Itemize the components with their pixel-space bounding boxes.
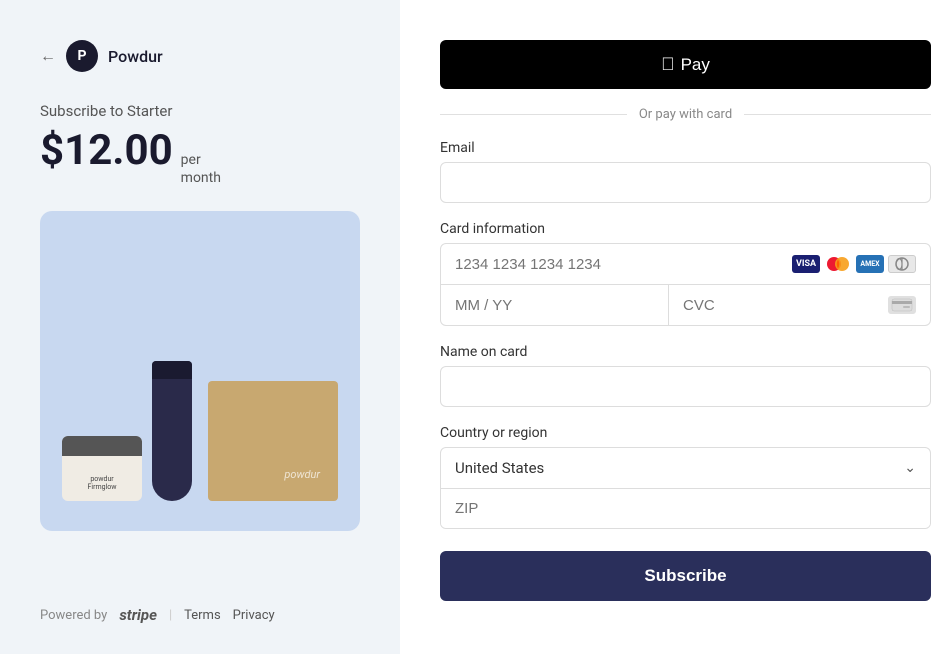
subscribe-button[interactable]: Subscribe: [440, 551, 931, 601]
product-jar: powdurFirmglow: [62, 436, 142, 501]
country-region-box: United States ⌄: [440, 447, 931, 529]
name-input[interactable]: [440, 366, 931, 407]
email-group: Email: [440, 140, 931, 203]
back-button[interactable]: ←: [40, 46, 56, 66]
mastercard-icon: [824, 255, 852, 273]
card-info-box: VISA AMEX: [440, 243, 931, 326]
cvc-input[interactable]: [683, 297, 882, 314]
product-image: powdurFirmglow powdur: [40, 211, 360, 531]
product-tube: [152, 361, 192, 501]
terms-link[interactable]: Terms: [184, 608, 221, 623]
brand-name: Powdur: [108, 47, 163, 66]
card-icons: VISA AMEX: [792, 255, 916, 273]
chevron-down-icon: ⌄: [904, 460, 916, 476]
price-row: $12.00 permonth: [40, 126, 360, 187]
amex-icon: AMEX: [856, 255, 884, 273]
zip-input[interactable]: [441, 489, 930, 528]
divider-line-right: [744, 114, 931, 115]
product-box: powdur: [208, 381, 338, 501]
apple-icon: : [661, 54, 675, 75]
price-period: permonth: [181, 151, 221, 187]
name-group: Name on card: [440, 344, 931, 407]
card-number-input[interactable]: [455, 256, 782, 273]
email-input[interactable]: [440, 162, 931, 203]
powered-by-text: Powered by: [40, 608, 107, 623]
country-label: Country or region: [440, 425, 931, 441]
left-panel: ← P Powdur Subscribe to Starter $12.00 p…: [0, 0, 400, 654]
brand-header: ← P Powdur: [40, 40, 360, 72]
divider-text: Or pay with card: [639, 107, 732, 122]
price-amount: $12.00: [40, 126, 173, 175]
divider-line-left: [440, 114, 627, 115]
privacy-link[interactable]: Privacy: [233, 608, 275, 623]
apple-pay-button[interactable]:  Pay: [440, 40, 931, 89]
email-label: Email: [440, 140, 931, 156]
footer: Powered by stripe | Terms Privacy: [40, 606, 360, 624]
brand-logo: P: [66, 40, 98, 72]
name-label: Name on card: [440, 344, 931, 360]
visa-icon: VISA: [792, 255, 820, 273]
card-bottom-row: [441, 285, 930, 325]
card-info-group: Card information VISA AMEX: [440, 221, 931, 326]
card-info-label: Card information: [440, 221, 931, 237]
cvc-row: [669, 285, 930, 325]
cvc-card-icon: [888, 296, 916, 314]
country-value: United States: [455, 459, 904, 477]
card-number-row: VISA AMEX: [441, 244, 930, 285]
apple-pay-label: Pay: [681, 55, 710, 75]
country-selector[interactable]: United States ⌄: [441, 448, 930, 489]
footer-divider: |: [169, 608, 172, 623]
country-group: Country or region United States ⌄: [440, 425, 931, 529]
expiry-input[interactable]: [441, 285, 669, 325]
right-panel:  Pay Or pay with card Email Card inform…: [400, 0, 936, 654]
stripe-logo: stripe: [119, 606, 157, 624]
diners-icon: [888, 255, 916, 273]
subscribe-label: Subscribe to Starter: [40, 102, 360, 120]
or-divider: Or pay with card: [440, 107, 931, 122]
